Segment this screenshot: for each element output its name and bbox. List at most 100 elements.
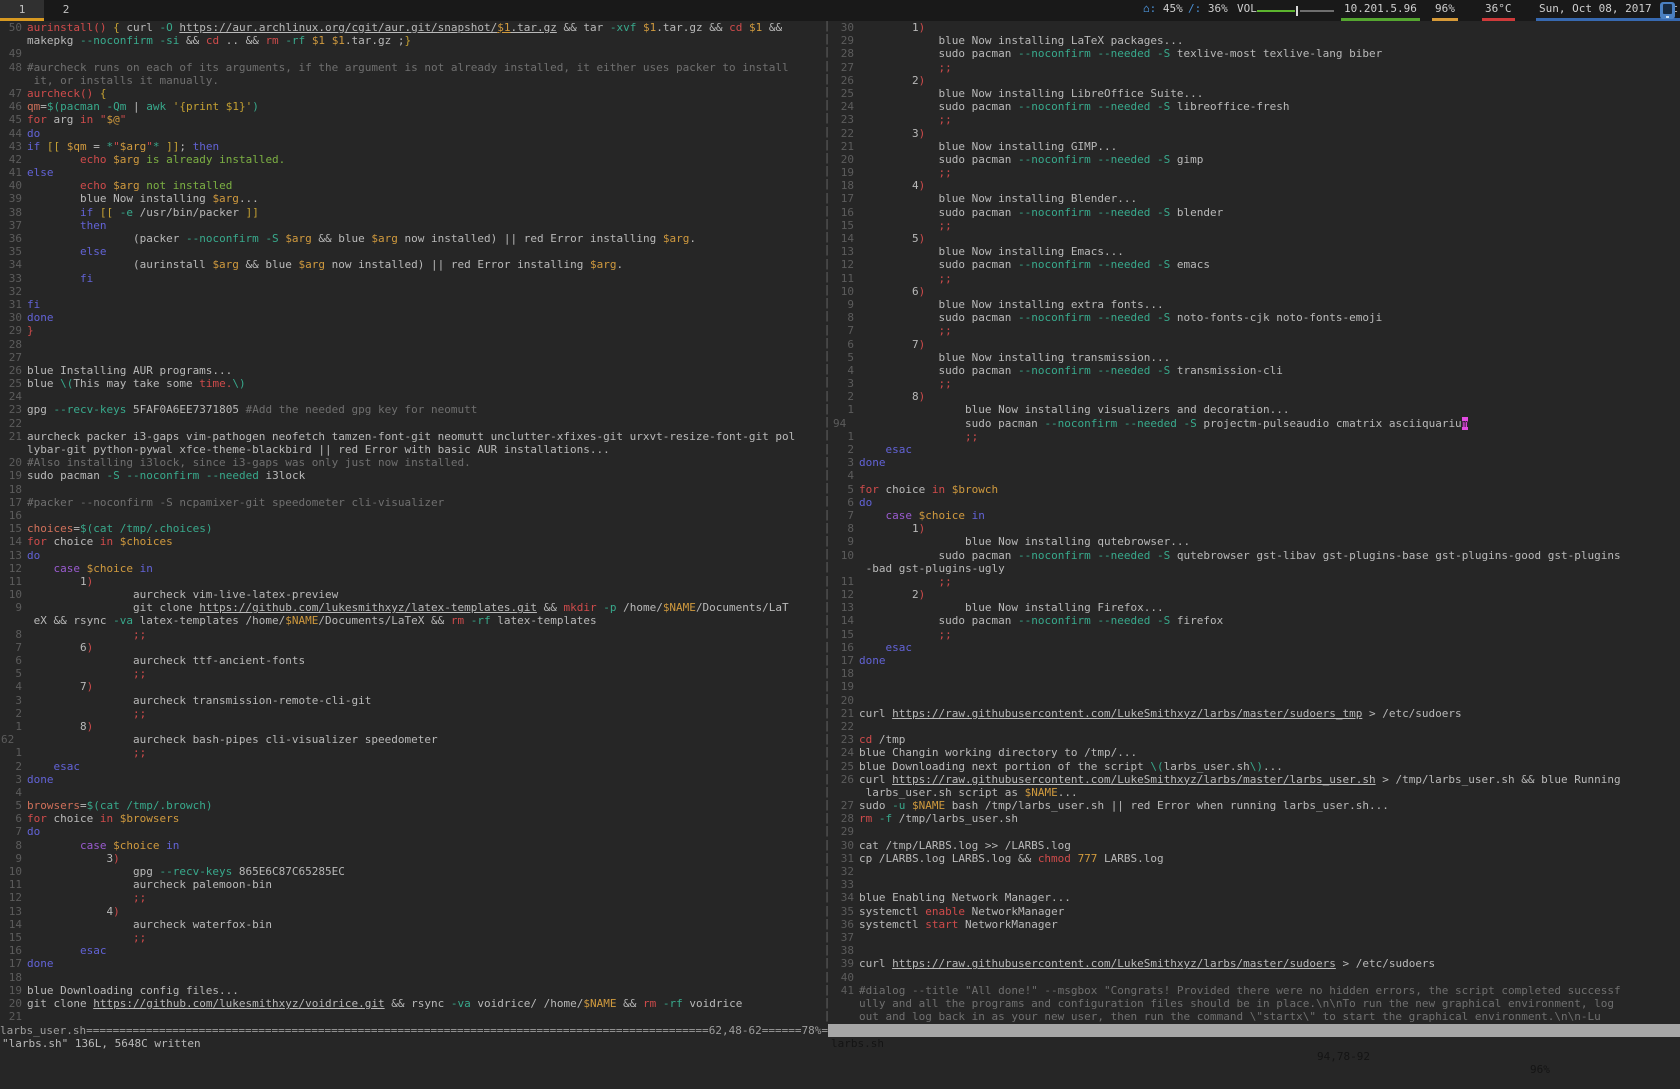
line-number: 44 — [0, 127, 27, 140]
code-text: esac — [27, 760, 824, 773]
code-token: blue Now installing Emacs... — [859, 245, 1124, 258]
code-line: 15choices=$(cat /tmp/.choices) — [0, 522, 824, 535]
code-token: blue Now installing — [27, 192, 212, 205]
code-line: 6do — [832, 496, 1680, 509]
code-token: { — [113, 21, 120, 34]
code-line: 48#aurcheck runs on each of its argument… — [0, 61, 824, 74]
code-line: 15 ;; — [832, 628, 1680, 641]
line-number: 39 — [0, 192, 27, 205]
line-number: 22 — [832, 127, 859, 140]
code-token: cp /LARBS.log LARBS.log && — [859, 852, 1038, 865]
code-token: sudo pacman — [859, 258, 1018, 271]
code-token — [27, 760, 54, 773]
code-token: ) — [919, 179, 926, 192]
code-line: 31cp /LARBS.log LARBS.log && chmod 777 L… — [832, 852, 1680, 865]
code-token — [859, 272, 938, 285]
code-token: aurinstall() — [27, 21, 106, 34]
code-token: bash /tmp/larbs_user.sh || red Error whe… — [945, 799, 1389, 812]
code-token: && — [537, 601, 564, 614]
code-text: case $choice in — [859, 509, 1680, 522]
line-number: 21 — [832, 707, 859, 720]
code-text: gpg --recv-keys 865E6C87C65285EC — [27, 865, 824, 878]
code-text: if [[ -e /usr/bin/packer ]] — [27, 206, 824, 219]
code-line: 17#packer --noconfirm -S ncpamixer-git s… — [0, 496, 824, 509]
systray-phone-icon[interactable] — [1660, 2, 1675, 19]
vim-command-line: "larbs.sh" 136L, 5648C written — [0, 1037, 1680, 1050]
code-text: aurcheck transmission-remote-cli-git — [27, 694, 824, 707]
code-line: 12 sudo pacman --noconfirm --needed -S e… — [832, 258, 1680, 271]
code-token: --needed — [1097, 47, 1150, 60]
line-number: 38 — [0, 206, 27, 219]
code-line: 27sudo -u $NAME bash /tmp/larbs_user.sh … — [832, 799, 1680, 812]
code-token: --noconfirm — [1018, 47, 1091, 60]
statusline-active[interactable]: larbs.sh 94,78-92 96% — [828, 1024, 1680, 1037]
code-token: mkdir — [563, 601, 596, 614]
code-token: -xvf — [610, 21, 637, 34]
line-number: 23 — [0, 403, 27, 416]
line-number: 6 — [832, 496, 859, 509]
code-token — [859, 219, 938, 232]
code-line: 19 — [832, 680, 1680, 693]
code-token: ;; — [938, 628, 951, 641]
line-number: 50 — [0, 21, 27, 34]
code-token: 7 — [27, 680, 87, 693]
code-line: 45for arg in "$@" — [0, 113, 824, 126]
code-token: 1 — [859, 21, 919, 34]
code-token: -bad gst-plugins-ugly — [859, 562, 1005, 575]
code-line: 14 5) — [832, 232, 1680, 245]
code-token: blue Now installing visualizers and deco… — [859, 403, 1289, 416]
code-token: #Also installing i3lock, since i3-gaps w… — [27, 456, 471, 469]
code-token: $arg — [371, 232, 398, 245]
code-text — [27, 390, 824, 403]
line-number — [0, 74, 27, 87]
workspace-1[interactable]: 1 — [0, 0, 44, 21]
code-text: gpg --recv-keys 5FAF0A6EE7371805 #Add th… — [27, 403, 824, 416]
code-line: 20 sudo pacman --noconfirm --needed -S g… — [832, 153, 1680, 166]
code-token: fi — [80, 272, 93, 285]
statusline-inactive[interactable]: larbs_user.sh===========================… — [0, 1024, 828, 1037]
line-number: 31 — [832, 852, 859, 865]
line-number: 94 — [832, 417, 859, 430]
line-number: 30 — [832, 839, 859, 852]
code-token — [27, 891, 133, 904]
line-number: 10 — [832, 285, 859, 298]
code-token: ;; — [938, 61, 951, 74]
code-token: -rf — [471, 614, 491, 627]
code-token: --noconfirm — [1018, 258, 1091, 271]
volume-slider[interactable] — [1257, 0, 1335, 21]
code-token: awk — [146, 100, 173, 113]
code-token: && tar — [557, 21, 610, 34]
line-number: 9 — [832, 535, 859, 548]
code-token: --noconfirm -si — [80, 34, 179, 47]
code-token: if — [27, 140, 40, 153]
code-line: 10 gpg --recv-keys 865E6C87C65285EC — [0, 865, 824, 878]
line-number: 4 — [0, 680, 27, 693]
line-number: 21 — [832, 140, 859, 153]
code-token — [905, 799, 912, 812]
code-text: blue Now installing LibreOffice Suite... — [859, 87, 1680, 100]
code-token — [27, 707, 133, 720]
editor-pane-left[interactable]: 50aurinstall() { curl -O https://aur.arc… — [0, 21, 824, 1024]
code-token: 8 — [27, 720, 87, 733]
code-text: 8) — [859, 390, 1680, 403]
editor-pane-right[interactable]: 30 1)29 blue Now installing LaTeX packag… — [832, 21, 1680, 1024]
code-text: aurcheck() { — [27, 87, 824, 100]
code-text — [27, 509, 824, 522]
code-text: out and log back in as your new user, th… — [859, 1010, 1680, 1023]
volume-slider-handle[interactable] — [1296, 6, 1298, 16]
code-line: 13 4) — [0, 905, 824, 918]
line-number: 16 — [0, 944, 27, 957]
code-line: 40 — [832, 971, 1680, 984]
code-token: /tmp — [872, 733, 905, 746]
code-text: blue Installing AUR programs... — [27, 364, 824, 377]
line-number: 7 — [832, 324, 859, 337]
vertical-split-separator[interactable]: | | | | | | | | | | | | | | | | | | | | … — [822, 21, 832, 1024]
workspace-2[interactable]: 2 — [44, 0, 88, 21]
code-token: $arg — [212, 192, 239, 205]
code-token: git clone — [27, 601, 199, 614]
code-text — [859, 469, 1680, 482]
code-text: sudo pacman --noconfirm --needed -S blen… — [859, 206, 1680, 219]
code-token — [40, 140, 47, 153]
line-number: 2 — [0, 707, 27, 720]
line-number: 30 — [0, 311, 27, 324]
